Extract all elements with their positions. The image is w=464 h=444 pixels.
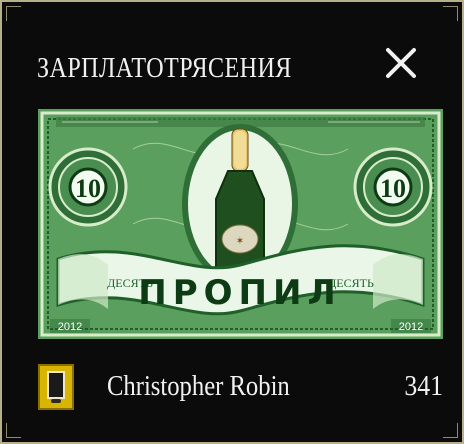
dialog-title: ЗАРПЛАТОТРЯСЕНИЯ bbox=[37, 53, 292, 84]
leaderboard-row[interactable]: Christopher Robin 341 bbox=[38, 364, 443, 412]
banknote-image: 10 10 ✶ ДЕСЯТЬ ДЕСЯТЬ ПРОПИЛ 2012 2012 bbox=[38, 109, 443, 339]
corner-ornament bbox=[6, 6, 21, 21]
year-right: 2012 bbox=[399, 321, 423, 333]
banner-text: ПРОПИЛ bbox=[138, 273, 341, 313]
close-icon bbox=[386, 48, 416, 78]
phone-icon bbox=[38, 364, 74, 410]
corner-ornament bbox=[443, 6, 458, 21]
svg-text:✶: ✶ bbox=[236, 236, 244, 247]
close-button[interactable] bbox=[380, 42, 422, 84]
year-left: 2012 bbox=[58, 321, 82, 333]
denomination-left: 10 bbox=[75, 174, 101, 203]
corner-ornament bbox=[6, 423, 21, 438]
denomination-right: 10 bbox=[380, 174, 406, 203]
dialog: ЗАРПЛАТОТРЯСЕНИЯ 10 10 ✶ ДЕСЯТЬ ДЕСЯТЬ П… bbox=[0, 0, 464, 444]
player-name: Christopher Robin bbox=[107, 371, 290, 402]
player-score: 341 bbox=[404, 371, 443, 402]
corner-ornament bbox=[443, 423, 458, 438]
